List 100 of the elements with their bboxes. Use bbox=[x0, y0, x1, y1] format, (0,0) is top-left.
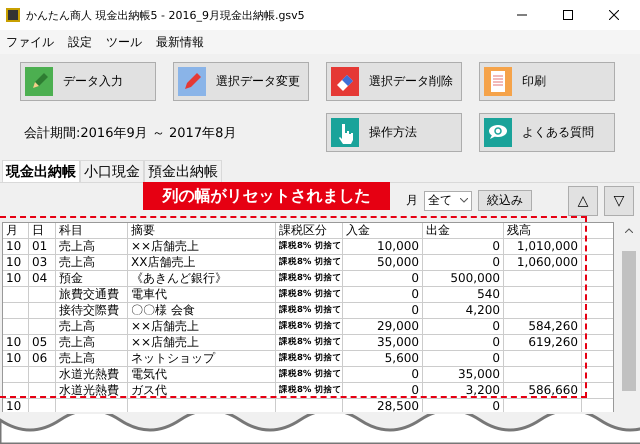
table-cell: 水道光熱費 bbox=[56, 367, 128, 382]
table-cell: 06 bbox=[29, 351, 56, 366]
table-cell: 課税8% 切捨て bbox=[276, 383, 343, 398]
tab[interactable]: 現金出納帳 bbox=[2, 160, 80, 182]
table-cell: 05 bbox=[29, 335, 56, 350]
menu-item[interactable]: ツール bbox=[106, 34, 142, 50]
notice-banner: 列の幅がリセットされました bbox=[143, 182, 390, 210]
table-cell: 35,000 bbox=[343, 335, 423, 350]
toolbar-button[interactable]: 印刷 bbox=[479, 62, 615, 101]
table-cell: 売上高 bbox=[56, 319, 128, 334]
table-cell: 10 bbox=[3, 255, 29, 270]
pencil-icon bbox=[25, 67, 53, 96]
table-cell: 売上高 bbox=[56, 239, 128, 254]
table-cell: 29,000 bbox=[343, 319, 423, 334]
table-cell: 04 bbox=[29, 271, 56, 286]
table-cell: 10 bbox=[3, 399, 29, 412]
table-cell: 課税8% 切捨て bbox=[276, 367, 343, 382]
table-cell: 5,600 bbox=[343, 351, 423, 366]
close-icon bbox=[609, 10, 619, 20]
table-cell: 0 bbox=[343, 303, 423, 318]
table-cell: 540 bbox=[423, 287, 504, 302]
table-cell: 10 bbox=[3, 335, 29, 350]
table-cell: 10,000 bbox=[343, 239, 423, 254]
menu-item[interactable]: ファイル bbox=[6, 34, 54, 50]
month-dropdown[interactable]: 全て bbox=[424, 190, 472, 210]
table-cell: 0 bbox=[423, 239, 504, 254]
table-cell: 課税8% 切捨て bbox=[276, 239, 343, 254]
table-cell: 接待交際費 bbox=[56, 303, 128, 318]
table-cell: 《あきんど銀行》 bbox=[128, 271, 276, 286]
table-cell: 10 bbox=[3, 271, 29, 286]
filter-button[interactable]: 絞込み bbox=[478, 190, 532, 211]
table-cell: 0 bbox=[423, 319, 504, 334]
window-title: かんたん商人 現金出納帳5 - 2016_9月現金出納帳.gsv5 bbox=[26, 8, 306, 22]
table-cell: 電車代 bbox=[128, 287, 276, 302]
table-cell: 課税8% 切捨て bbox=[276, 319, 343, 334]
column-header[interactable]: 日 bbox=[29, 223, 56, 238]
table-cell: 10 bbox=[3, 351, 29, 366]
table-cell: XX店舗売上 bbox=[128, 255, 276, 270]
hand-icon bbox=[331, 118, 359, 147]
column-header[interactable]: 残高 bbox=[504, 223, 582, 238]
table-cell: 課税8% 切捨て bbox=[276, 351, 343, 366]
speech-bubble-icon bbox=[484, 118, 512, 147]
table-cell: 課税8% 切捨て bbox=[276, 271, 343, 286]
table-cell: 35,000 bbox=[423, 367, 504, 382]
table-cell: 01 bbox=[29, 239, 56, 254]
maximize-icon bbox=[563, 10, 573, 20]
move-up-button[interactable]: △ bbox=[568, 186, 598, 216]
column-header[interactable]: 入金 bbox=[343, 223, 423, 238]
column-header[interactable]: 摘要 bbox=[128, 223, 276, 238]
table-cell: 課税8% 切捨て bbox=[276, 303, 343, 318]
help-button[interactable]: 操作方法 bbox=[326, 113, 462, 152]
document-icon bbox=[484, 67, 512, 96]
table-cell: 0 bbox=[343, 271, 423, 286]
table-cell: 586,660 bbox=[504, 383, 582, 398]
move-down-button[interactable]: ▽ bbox=[604, 186, 634, 216]
toolbar-button[interactable]: 選択データ削除 bbox=[326, 62, 462, 101]
table-cell: 売上高 bbox=[56, 351, 128, 366]
pencil-icon bbox=[178, 67, 206, 96]
table-cell: 課税8% 切捨て bbox=[276, 255, 343, 270]
table-cell: 0 bbox=[343, 287, 423, 302]
menu-item[interactable]: 最新情報 bbox=[156, 34, 204, 50]
table-cell: 3,200 bbox=[423, 383, 504, 398]
toolbar-button[interactable]: 選択データ変更 bbox=[173, 62, 309, 101]
table-cell: 500,000 bbox=[423, 271, 504, 286]
table-cell: 課税8% 切捨て bbox=[276, 335, 343, 350]
column-header[interactable]: 出金 bbox=[423, 223, 504, 238]
table-cell: 1,010,000 bbox=[504, 239, 582, 254]
table-cell: 10 bbox=[3, 239, 29, 254]
table-cell: 課税8% 切捨て bbox=[276, 287, 343, 302]
table-cell: 電気代 bbox=[128, 367, 276, 382]
app-icon bbox=[6, 8, 20, 22]
table-cell: 預金 bbox=[56, 271, 128, 286]
toolbar-button[interactable]: データ入力 bbox=[20, 62, 156, 101]
tab[interactable]: 小口現金 bbox=[80, 160, 144, 182]
table-cell: 50,000 bbox=[343, 255, 423, 270]
table-cell: 0 bbox=[423, 335, 504, 350]
column-header[interactable]: 科目 bbox=[56, 223, 128, 238]
table-cell: 0 bbox=[343, 383, 423, 398]
table-cell: ネットショップ bbox=[128, 351, 276, 366]
menu-item[interactable]: 設定 bbox=[68, 34, 92, 50]
help-button[interactable]: よくある質問 bbox=[479, 113, 615, 152]
table-cell: 〇〇様 会食 bbox=[128, 303, 276, 318]
table-cell: 0 bbox=[423, 351, 504, 366]
table-cell: 584,260 bbox=[504, 319, 582, 334]
eraser-icon bbox=[331, 67, 359, 96]
column-header[interactable]: 課税区分 bbox=[276, 223, 343, 238]
table-cell: ××店舗売上 bbox=[128, 239, 276, 254]
table-cell: 売上高 bbox=[56, 335, 128, 350]
chevron-icon bbox=[460, 198, 468, 203]
table-cell: 水道光熱費 bbox=[56, 383, 128, 398]
scroll-up-icon bbox=[625, 228, 633, 233]
table-cell: 1,060,000 bbox=[504, 255, 582, 270]
month-label: 月 bbox=[406, 192, 418, 209]
table-cell: 売上高 bbox=[56, 255, 128, 270]
accounting-period: 会計期間:2016年9月 ～ 2017年8月 bbox=[23, 124, 238, 142]
table-cell: 4,200 bbox=[423, 303, 504, 318]
table-cell: 旅費交通費 bbox=[56, 287, 128, 302]
tab[interactable]: 預金出納帳 bbox=[144, 160, 222, 182]
table-cell: 619,260 bbox=[504, 335, 582, 350]
column-header[interactable]: 月 bbox=[3, 223, 29, 238]
